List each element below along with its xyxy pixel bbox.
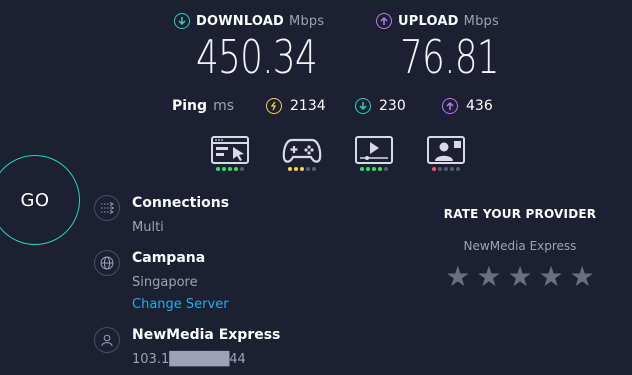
upload-arrow-icon (376, 13, 392, 29)
ping-unit: ms (213, 98, 234, 114)
rating-dot (438, 167, 442, 171)
ping-download-value: 230 (379, 98, 406, 114)
star-icon[interactable]: ★ (507, 263, 532, 291)
download-arrow-icon (174, 13, 190, 29)
ping-label: Ping (172, 98, 208, 114)
activity-gaming[interactable] (282, 136, 322, 171)
rating-dot (300, 167, 304, 171)
star-icon[interactable]: ★ (445, 263, 470, 291)
star-icon[interactable]: ★ (570, 263, 595, 291)
rating-dot (222, 167, 226, 171)
go-button[interactable]: GO (0, 155, 80, 245)
web-browsing-icon (211, 136, 249, 164)
provider-info: NewMedia Express 103.1██████44 (94, 327, 280, 368)
provider-ip: 103.1██████44 (132, 352, 246, 367)
activity-video-call[interactable] (426, 136, 466, 171)
activity-rating-dots (426, 167, 466, 171)
provider-title: NewMedia Express (132, 327, 281, 343)
change-server-link[interactable]: Change Server (132, 297, 229, 313)
rating-dot (216, 167, 220, 171)
gaming-controller-icon (282, 138, 322, 163)
rate-provider-name: NewMedia Express (463, 239, 577, 253)
connections-info: Connections Multi (94, 195, 229, 236)
ping-idle-value: 2134 (290, 98, 326, 114)
rating-stars: ★ ★ ★ ★ ★ (440, 263, 600, 291)
upload-unit: Mbps (463, 13, 499, 29)
rating-dot (384, 167, 388, 171)
rate-provider-panel: RATE YOUR PROVIDER NewMedia Express ★ ★ ★ ★… (440, 207, 600, 291)
idle-latency-icon (266, 98, 282, 114)
rating-dot (234, 167, 238, 171)
server-info: Campana Singapore Change Server (94, 250, 229, 313)
download-latency-icon (355, 98, 371, 114)
activity-video-streaming[interactable] (354, 136, 394, 171)
rating-dot (372, 167, 376, 171)
ping-label-group: Ping ms (172, 98, 234, 114)
rating-dot (306, 167, 310, 171)
rating-dot (450, 167, 454, 171)
connections-icon (94, 195, 120, 221)
download-header: DOWNLOAD Mbps (174, 13, 324, 29)
star-icon[interactable]: ★ (476, 263, 501, 291)
ping-upload: 436 (442, 98, 493, 114)
server-location: Singapore (132, 275, 198, 290)
download-unit: Mbps (289, 13, 325, 29)
ping-idle: 2134 (266, 98, 326, 114)
rating-dot (456, 167, 460, 171)
activity-rating-dots (282, 167, 322, 171)
rating-dot (432, 167, 436, 171)
connections-value: Multi (132, 220, 164, 235)
rating-dot (378, 167, 382, 171)
activity-rating-dots (354, 167, 394, 171)
download-label: DOWNLOAD (196, 13, 285, 29)
download-value: 450.34 (196, 30, 318, 84)
rating-dot (228, 167, 232, 171)
rating-dot (312, 167, 316, 171)
upload-label: UPLOAD (398, 13, 459, 29)
upload-value: 76.81 (400, 30, 500, 84)
activity-web-browsing[interactable] (210, 136, 250, 171)
upload-header: UPLOAD Mbps (376, 13, 499, 29)
rating-dot (294, 167, 298, 171)
go-label: GO (20, 189, 50, 211)
rating-dot (240, 167, 244, 171)
rate-provider-heading: RATE YOUR PROVIDER (443, 207, 597, 221)
ping-upload-value: 436 (466, 98, 493, 114)
rating-dot (444, 167, 448, 171)
globe-icon (94, 250, 120, 276)
upload-latency-icon (442, 98, 458, 114)
video-streaming-icon (355, 136, 393, 164)
user-icon (94, 327, 120, 353)
rating-dot (288, 167, 292, 171)
star-icon[interactable]: ★ (539, 263, 564, 291)
video-call-icon (427, 136, 465, 164)
rating-dot (360, 167, 364, 171)
ping-download: 230 (355, 98, 406, 114)
rating-dot (366, 167, 370, 171)
connections-title: Connections (132, 195, 230, 211)
server-title: Campana (132, 250, 206, 266)
activity-rating-dots (210, 167, 250, 171)
